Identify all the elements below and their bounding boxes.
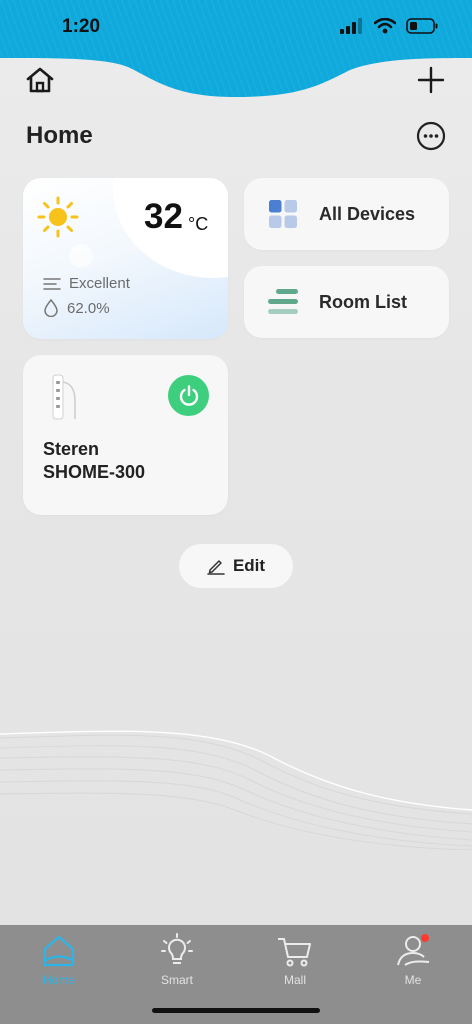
- tab-mall[interactable]: Mall: [255, 931, 335, 987]
- cart-icon: [278, 938, 311, 967]
- home-icon[interactable]: [24, 64, 56, 96]
- battery-icon: [406, 18, 438, 34]
- lightbulb-icon: [161, 933, 193, 964]
- tab-me[interactable]: Me: [373, 931, 453, 987]
- room-list-button[interactable]: Room List: [244, 266, 449, 338]
- add-icon[interactable]: [415, 64, 447, 96]
- weather-card[interactable]: 32 °C Excellent 62.0%: [23, 178, 228, 339]
- decorative-waves: [0, 730, 472, 850]
- page-title: Home: [26, 122, 93, 149]
- tab-home[interactable]: Home: [19, 931, 99, 987]
- power-toggle[interactable]: [168, 375, 209, 416]
- all-devices-label: All Devices: [319, 203, 416, 224]
- humidity-drop-icon: [44, 299, 58, 317]
- header-wave: [0, 0, 472, 97]
- air-quality: Excellent: [43, 275, 130, 292]
- weather-glow: [69, 244, 93, 268]
- humidity-value: 62.0%: [67, 299, 110, 317]
- status-time: 1:20: [62, 16, 101, 37]
- sun-icon: [37, 196, 79, 238]
- tab-home-label: Home: [42, 973, 75, 987]
- room-list-label: Room List: [319, 291, 407, 312]
- tab-smart[interactable]: Smart: [137, 931, 217, 987]
- humidity: 62.0%: [43, 299, 110, 317]
- power-icon: [179, 384, 198, 406]
- temperature-value: 32: [144, 197, 183, 236]
- tab-mall-label: Mall: [283, 973, 306, 987]
- device-card[interactable]: Steren SHOME-300: [23, 355, 228, 515]
- edit-button[interactable]: Edit: [179, 544, 293, 588]
- more-options-icon[interactable]: [416, 121, 446, 151]
- tab-smart-label: Smart: [160, 973, 193, 987]
- status-bar: 1:20: [0, 0, 472, 110]
- signal-icon: [340, 18, 362, 34]
- room-list-icon: [268, 289, 298, 314]
- temperature-unit: °C: [188, 214, 209, 234]
- wifi-icon: [374, 18, 396, 34]
- home-indicator: [152, 1008, 320, 1013]
- edit-label: Edit: [232, 556, 266, 575]
- grid-icon: [269, 200, 297, 228]
- pencil-icon: [207, 560, 225, 575]
- power-strip-icon: [52, 374, 76, 420]
- notification-dot: [421, 934, 429, 942]
- home-tab-icon: [43, 935, 75, 967]
- tab-me-label: Me: [404, 973, 422, 987]
- all-devices-button[interactable]: All Devices: [244, 178, 449, 250]
- air-quality-label: Excellent: [69, 275, 130, 292]
- status-icons: [340, 18, 438, 34]
- device-name: Steren SHOME-300: [43, 439, 146, 482]
- air-quality-icon: [43, 277, 61, 290]
